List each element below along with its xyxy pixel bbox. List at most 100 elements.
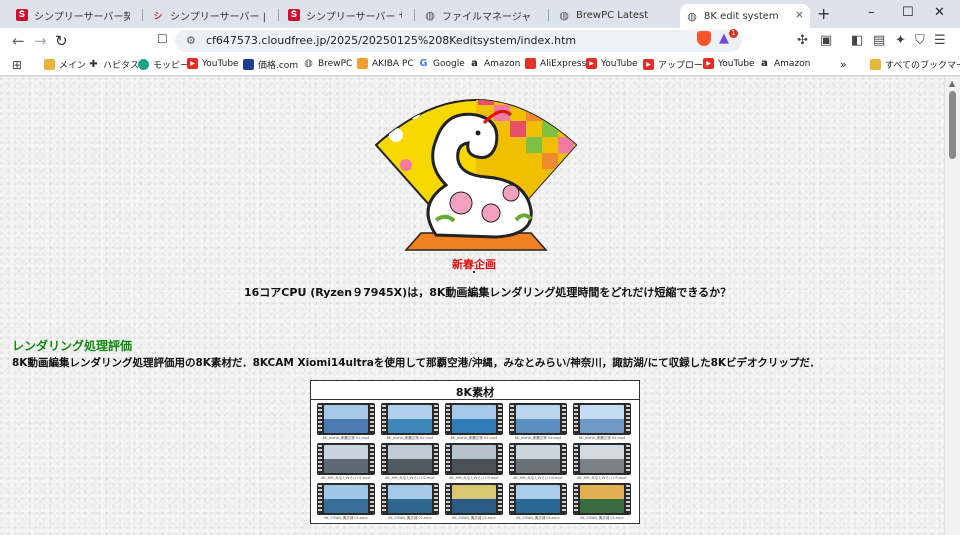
- bookmark-6[interactable]: AKIBA PC: [357, 58, 414, 69]
- new-year-snake-illustration: [374, 99, 578, 251]
- extensions-icon[interactable]: ✣: [797, 33, 808, 48]
- bookmark-10[interactable]: ▶ YouTube: [586, 58, 638, 69]
- tab-title: シンプリーサーバー サーバーパネル: [306, 11, 402, 23]
- clip-caption: 8K_SUWA_諏訪湖 04.mp4: [516, 516, 560, 520]
- bookmark-label: Amazon: [484, 58, 521, 69]
- tab-strip: S シンプリーサーバー契約管理パー シ シンプリーサーバー | 有料サービ S …: [0, 0, 960, 28]
- bookmark-8[interactable]: a Amazon: [469, 58, 520, 69]
- vertical-scrollbar[interactable]: ▲: [944, 77, 960, 535]
- url-text[interactable]: cf647573.cloudfree.jp/2025/20250125%208K…: [206, 34, 576, 47]
- clip-caption: 8K_MM_みなとみらい 05.mp4: [577, 476, 627, 480]
- menu-icon[interactable]: ☰: [934, 33, 946, 48]
- clip-thumbnail[interactable]: 8K_MM_みなとみらい 02.mp4: [381, 443, 439, 481]
- screenshot-icon[interactable]: ▣: [820, 33, 832, 48]
- clip-thumbnail[interactable]: 8K_NAHA_那覇空港 05.mp4: [573, 403, 631, 441]
- film-strip-icon: [509, 483, 567, 515]
- clip-frame: [324, 485, 368, 513]
- film-strip-icon: [445, 483, 503, 515]
- bookmark-1[interactable]: ✚ ハピタス: [88, 58, 139, 71]
- bookmark-7[interactable]: G Google: [418, 58, 465, 69]
- page-content: 新春企画 16コアCPU (Ryzen９7945X)は，8K動画編集レンダリング…: [0, 77, 944, 535]
- scroll-up-icon[interactable]: ▲: [949, 79, 955, 88]
- address-bar[interactable]: ⚙ cf647573.cloudfree.jp/2025/20250125%20…: [175, 30, 742, 52]
- scroll-thumb[interactable]: [949, 91, 956, 159]
- bookmark-9[interactable]: AliExpress: [525, 58, 586, 69]
- back-icon[interactable]: ←: [12, 32, 25, 50]
- wallet-icon[interactable]: ▤: [873, 33, 885, 48]
- clip-thumbnail[interactable]: 8K_MM_みなとみらい 04.mp4: [509, 443, 567, 481]
- maximize-icon[interactable]: ☐: [902, 5, 914, 20]
- clip-frame: [580, 445, 624, 473]
- new-tab-button[interactable]: +: [817, 4, 830, 23]
- clip-thumbnail[interactable]: 8K_MM_みなとみらい 01.mp4: [317, 443, 375, 481]
- more-bookmarks-icon[interactable]: »: [840, 58, 847, 71]
- clip-frame: [388, 405, 432, 433]
- clip-thumbnail[interactable]: 8K_SUWA_諏訪湖 05.mp4: [573, 483, 631, 521]
- grid-title: 8K素材: [455, 386, 495, 399]
- film-strip-icon: [381, 483, 439, 515]
- film-strip-icon: [445, 443, 503, 475]
- bookmark-12[interactable]: ▶ YouTube: [703, 58, 755, 69]
- tab-3[interactable]: ◍ ファイルマネージャ: [418, 4, 544, 26]
- clip-caption: 8K_SUWA_諏訪湖 02.mp4: [388, 516, 432, 520]
- brave-rewards-icon[interactable]: ▲: [719, 31, 729, 46]
- site-info-icon[interactable]: ⚙: [186, 34, 196, 47]
- bookmark-2[interactable]: モッピー: [138, 58, 189, 71]
- clip-caption: 8K_NAHA_那覇空港 03.mp4: [450, 436, 498, 440]
- bookmark-label: Google: [433, 58, 465, 69]
- clip-thumbnail[interactable]: 8K_SUWA_諏訪湖 04.mp4: [509, 483, 567, 521]
- apps-grid-icon[interactable]: ⊞: [12, 58, 22, 72]
- bookmark-label: AKIBA PC: [372, 58, 414, 69]
- clip-thumbnail[interactable]: 8K_SUWA_諏訪湖 03.mp4: [445, 483, 503, 521]
- tab-0[interactable]: S シンプリーサーバー契約管理パー: [10, 4, 136, 26]
- bookmark-11[interactable]: ▶ アップロード: [643, 58, 712, 71]
- minimize-icon[interactable]: –: [868, 5, 875, 20]
- clip-thumbnail[interactable]: 8K_NAHA_那覇空港 03.mp4: [445, 403, 503, 441]
- tab-1[interactable]: シ シンプリーサーバー | 有料サービ: [146, 4, 272, 26]
- tab-2[interactable]: S シンプリーサーバー サーバーパネル: [282, 4, 408, 26]
- clip-caption: 8K_MM_みなとみらい 02.mp4: [385, 476, 435, 480]
- bookmark-5[interactable]: ◍ BrewPC: [303, 58, 352, 69]
- globe-icon: ◍: [559, 8, 569, 22]
- reload-icon[interactable]: ↻: [55, 32, 68, 50]
- clip-thumbnail[interactable]: 8K_MM_みなとみらい 03.mp4: [445, 443, 503, 481]
- leo-ai-icon[interactable]: ✦: [895, 33, 906, 48]
- akiba-icon: [357, 58, 368, 69]
- close-window-icon[interactable]: ✕: [934, 5, 945, 20]
- tab-title: BrewPC Latest: [576, 9, 649, 21]
- vpn-shield-icon[interactable]: ⛉: [915, 33, 925, 48]
- film-strip-icon: [317, 443, 375, 475]
- bookmark-label: すべてのブックマーク: [885, 61, 960, 71]
- close-tab-icon[interactable]: ×: [795, 8, 804, 21]
- bookmark-page-icon[interactable]: ☐: [157, 32, 168, 46]
- page-headline: 16コアCPU (Ryzen９7945X)は，8K動画編集レンダリング処理時間を…: [244, 286, 732, 299]
- clip-thumbnail[interactable]: 8K_NAHA_那覇空港 02.mp4: [381, 403, 439, 441]
- tab-separator: [414, 9, 415, 21]
- brave-shields-icon[interactable]: [697, 31, 711, 46]
- bookmark-label: YouTube: [202, 58, 239, 69]
- film-strip-icon: [573, 483, 631, 515]
- bookmarks-bar: ⊞ メイン ✚ ハピタス モッピー ▶ YouTube 価格.com ◍ BrewPC…: [0, 54, 960, 76]
- clip-caption: 8K_NAHA_那覇空港 01.mp4: [322, 436, 370, 440]
- section-description: 8K動画編集レンダリング処理評価用の8K素材だ．8KCAM Xiomi14ult…: [12, 357, 820, 369]
- bookmark-0[interactable]: メイン: [44, 58, 86, 71]
- clip-thumbnail[interactable]: 8K_NAHA_那覇空港 04.mp4: [509, 403, 567, 441]
- bookmark-3[interactable]: ▶ YouTube: [187, 58, 239, 69]
- clip-frame: [516, 445, 560, 473]
- bookmark-label: 価格.com: [258, 61, 299, 71]
- clip-thumbnail[interactable]: 8K_SUWA_諏訪湖 01.mp4: [317, 483, 375, 521]
- youtube-icon: ▶: [586, 58, 597, 69]
- tab-title: 8K edit system: [704, 10, 779, 22]
- all-bookmarks-folder[interactable]: すべてのブックマーク: [870, 58, 960, 71]
- forward-icon[interactable]: →: [34, 32, 47, 50]
- tab-title: シンプリーサーバー契約管理パー: [34, 11, 130, 23]
- bookmark-4[interactable]: 価格.com: [243, 58, 298, 71]
- youtube-icon: ▶: [643, 59, 654, 70]
- clip-thumbnail[interactable]: 8K_NAHA_那覇空港 01.mp4: [317, 403, 375, 441]
- sidebar-icon[interactable]: ◧: [851, 33, 863, 48]
- tab-5-active[interactable]: ◍ 8K edit system ×: [680, 4, 810, 28]
- clip-thumbnail[interactable]: 8K_MM_みなとみらい 05.mp4: [573, 443, 631, 481]
- bookmark-13[interactable]: a Amazon: [759, 58, 810, 69]
- clip-thumbnail[interactable]: 8K_SUWA_諏訪湖 02.mp4: [381, 483, 439, 521]
- tab-4[interactable]: ◍ BrewPC Latest: [552, 4, 678, 26]
